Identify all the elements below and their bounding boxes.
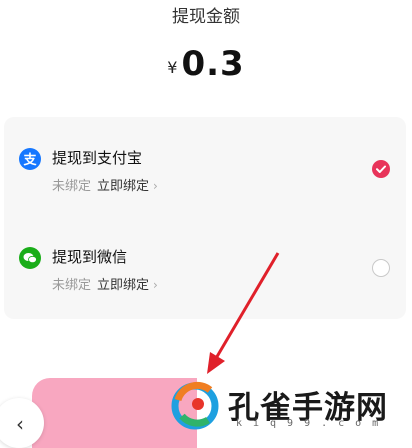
alipay-status: 未绑定 — [52, 179, 92, 194]
wechat-radio-unselected[interactable] — [372, 259, 390, 277]
chevron-right-icon: › — [153, 179, 158, 193]
amount-value: 0.3 — [181, 44, 245, 84]
back-arrow-icon: ‹ — [16, 412, 24, 436]
checkmark-icon — [376, 165, 386, 173]
wechat-bind-link[interactable]: 立即绑定 — [97, 278, 149, 293]
peacock-logo-icon — [170, 380, 220, 430]
currency-symbol: ¥ — [167, 58, 178, 77]
chevron-right-icon: › — [153, 278, 158, 292]
page-title: 提现金额 — [172, 7, 240, 27]
wechat-label: 提现到微信 — [52, 248, 128, 266]
alipay-icon: 支 — [19, 148, 41, 170]
wechat-icon — [19, 247, 41, 269]
wechat-status: 未绑定 — [52, 278, 92, 293]
alipay-bind-link[interactable]: 立即绑定 — [97, 179, 149, 194]
watermark-subtext: kiq99.com — [236, 418, 390, 429]
watermark: 孔雀手游网 kiq99.com — [160, 376, 410, 434]
alipay-radio-selected[interactable] — [372, 160, 390, 178]
alipay-bind-row: 未绑定 立即绑定 › — [52, 175, 158, 194]
wechat-bind-row: 未绑定 立即绑定 › — [52, 274, 158, 293]
option-alipay[interactable]: 支 提现到支付宝 未绑定 立即绑定 › — [4, 142, 406, 212]
payment-options-card: 支 提现到支付宝 未绑定 立即绑定 › 提现到微信 未绑定 立即绑定 › — [4, 117, 406, 319]
alipay-label: 提现到支付宝 — [52, 149, 143, 167]
svg-text:支: 支 — [22, 152, 37, 168]
withdraw-amount: ¥0.3 — [0, 44, 412, 84]
option-wechat[interactable]: 提现到微信 未绑定 立即绑定 › — [4, 241, 406, 311]
